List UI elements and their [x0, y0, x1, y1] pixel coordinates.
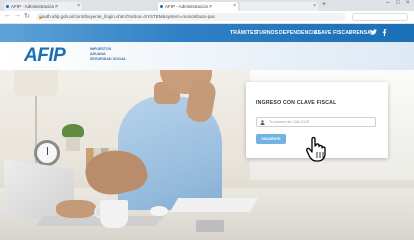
computer-mouse [150, 206, 168, 216]
afip-favicon-icon [160, 5, 163, 8]
plant-pot [66, 137, 80, 151]
smartphone [196, 220, 224, 232]
close-tab-icon[interactable]: × [77, 2, 80, 11]
keyboard [169, 198, 259, 212]
browser-tab-2[interactable]: AFIP - Administración F × [158, 2, 238, 11]
afip-logo[interactable]: AFIP [24, 45, 87, 66]
person-hand-typing [56, 200, 96, 218]
browser-tab-1[interactable]: AFIP - Administración F × [4, 2, 82, 11]
twitter-icon[interactable] [370, 29, 377, 37]
browser-tab-3[interactable]: × [240, 2, 318, 11]
browser-search-box[interactable] [352, 13, 408, 21]
logo-subtitle-line-1: IMPUESTOS [90, 47, 112, 51]
back-button[interactable]: ← [4, 12, 11, 19]
nav-item-prensa[interactable]: PRENSA [349, 30, 371, 36]
browser-tab-label: AFIP - Administración F [165, 4, 213, 9]
nav-item-clave-fiscal[interactable]: CLAVE FISCAL [314, 30, 352, 36]
plant [62, 124, 84, 138]
desk-clock [34, 140, 60, 166]
browser-tab-label: AFIP - Administración F [11, 4, 59, 9]
site-top-nav: TRÁMITES TURNOS DEPENDENCIAS CLAVE FISCA… [0, 24, 414, 42]
lock-icon: 🔒 [38, 14, 43, 19]
coffee-cup [100, 200, 128, 228]
logo-subtitle-line-2: ADUANA [90, 52, 106, 56]
maximize-icon[interactable]: □ [396, 0, 400, 6]
address-bar-url: auth.afip.gob.ar/contribuyente_/login.xh… [42, 14, 215, 19]
close-tab-icon[interactable]: × [233, 2, 236, 11]
afip-favicon-icon [6, 5, 9, 8]
close-window-icon[interactable]: × [406, 0, 410, 6]
browser-toolbar: ← → ↻ 🔒 auth.afip.gob.ar/contribuyente_/… [0, 11, 414, 24]
next-button[interactable]: SIGUIENTE [256, 134, 286, 144]
login-title: INGRESO CON CLAVE FISCAL [256, 100, 337, 106]
site-header: AFIP IMPUESTOS ADUANA SEGURIDAD SOCIAL [0, 42, 414, 70]
cuit-input-placeholder: Tu número de CUIL/CUIT [269, 120, 310, 124]
close-tab-icon[interactable]: × [313, 2, 316, 11]
minimize-icon[interactable]: – [386, 0, 389, 6]
facebook-icon[interactable] [382, 29, 387, 38]
hand-pointer-icon [306, 136, 326, 162]
new-tab-button[interactable]: + [322, 1, 326, 8]
logo-subtitle-line-3: SEGURIDAD SOCIAL [90, 57, 127, 61]
cuit-input[interactable]: Tu número de CUIL/CUIT [256, 117, 376, 127]
reload-button[interactable]: ↻ [24, 12, 30, 20]
browser-tab-bar: AFIP - Administración F × AFIP - Adminis… [0, 0, 414, 11]
lamp-shade [14, 70, 58, 96]
address-bar[interactable]: 🔒 auth.afip.gob.ar/contribuyente_/login.… [36, 13, 346, 21]
forward-button[interactable]: → [14, 12, 21, 19]
user-icon [260, 120, 265, 125]
nav-item-turnos[interactable]: TURNOS [256, 30, 278, 36]
logo-text: AFIP [24, 45, 66, 66]
nav-item-tramites[interactable]: TRÁMITES [230, 30, 257, 36]
